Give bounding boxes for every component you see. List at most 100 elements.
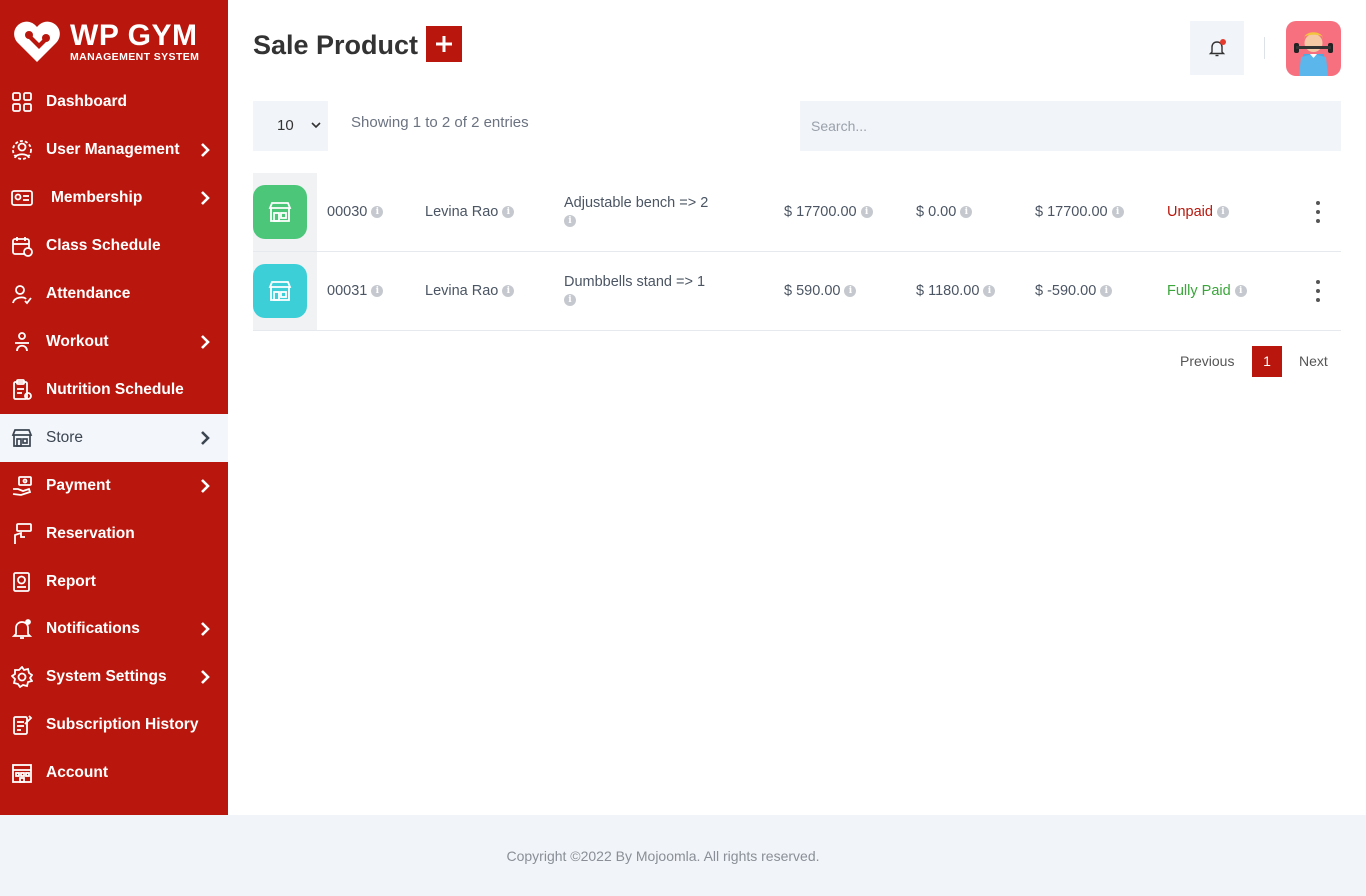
sidebar-item-dashboard[interactable]: Dashboard (0, 78, 228, 126)
info-icon[interactable]: i (1100, 285, 1113, 297)
sidebar-item-nutrition-schedule[interactable]: Nutrition Schedule (0, 366, 228, 414)
chevron-right-icon (201, 431, 210, 445)
sidebar-item-attendance[interactable]: Attendance (0, 270, 228, 318)
store-icon (11, 429, 33, 447)
info-icon[interactable]: i (1234, 285, 1247, 297)
footer: Copyright ©2022 By Mojoomla. All rights … (0, 815, 1366, 896)
info-icon[interactable]: i (860, 206, 873, 218)
membership-card-icon (11, 190, 33, 206)
chevron-right-icon (201, 479, 210, 493)
sidebar-item-membership[interactable]: Membership (0, 174, 228, 222)
info-icon[interactable]: i (564, 215, 576, 227)
workout-icon (15, 332, 29, 352)
entries-length-select[interactable]: 10 (253, 101, 328, 151)
info-icon[interactable]: i (983, 285, 996, 297)
plus-icon (436, 36, 452, 52)
sidebar-item-account[interactable]: Account (0, 749, 228, 797)
info-icon[interactable]: i (371, 206, 384, 218)
info-icon[interactable]: i (502, 285, 515, 297)
sidebar-item-label: Nutrition Schedule (46, 381, 184, 398)
sidebar-item-reservation[interactable]: Reservation (0, 510, 228, 558)
brand-title: WP GYM (70, 19, 198, 52)
clipboard-icon (13, 379, 32, 400)
thumb-cell (253, 173, 317, 251)
sidebar-item-user-management[interactable]: User Management (0, 126, 228, 174)
sidebar-item-label: Membership (51, 189, 143, 206)
notification-dot (1220, 39, 1226, 45)
member-cell: Levina Rao i (425, 283, 515, 299)
history-doc-icon (13, 715, 33, 735)
page-title: Sale Product (253, 30, 419, 60)
table-row[interactable]: 00030 i Levina Rao i Adjustable bench => 2… (253, 173, 1341, 252)
header-divider (1264, 37, 1265, 59)
sidebar: WP GYM MANAGEMENT SYSTEM Dashboard User … (0, 0, 228, 815)
sidebar-item-label: Store (46, 429, 84, 446)
sidebar-item-workout[interactable]: Workout (0, 318, 228, 366)
row-actions-menu-icon[interactable] (1316, 201, 1320, 223)
bell-icon (11, 619, 33, 639)
sidebar-item-subscription-history[interactable]: Subscription History (0, 701, 228, 749)
invoice-id-cell: 00031 i (327, 283, 384, 299)
user-check-icon (12, 285, 32, 305)
sidebar-item-label: User Management (46, 141, 180, 158)
sidebar-item-report[interactable]: Report (0, 558, 228, 606)
sidebar-item-label: Report (46, 573, 96, 590)
product-thumb (253, 185, 307, 239)
pagination-previous[interactable]: Previous (1180, 353, 1234, 369)
info-icon[interactable]: i (371, 285, 384, 297)
product-cell: Dumbbells stand => 1i (564, 274, 706, 306)
info-icon[interactable]: i (1111, 206, 1124, 218)
info-icon[interactable]: i (564, 294, 576, 306)
amount-cell: $ 590.00 i (784, 283, 857, 299)
chevron-right-icon (201, 335, 210, 349)
chevron-right-icon (201, 191, 210, 205)
report-icon (13, 572, 30, 592)
sidebar-item-label: Notifications (46, 620, 140, 637)
chevron-down-icon (311, 122, 321, 129)
gear-icon (11, 666, 33, 688)
entries-length-value: 10 (277, 117, 294, 134)
row-actions-menu-icon[interactable] (1316, 280, 1320, 302)
sidebar-item-system-settings[interactable]: System Settings (0, 653, 228, 701)
reservation-book-icon (14, 523, 32, 544)
sidebar-item-label: Workout (46, 333, 109, 350)
avatar-illustration-icon (1294, 32, 1333, 76)
heart-logo-icon (14, 21, 60, 62)
amount-cell: $ 17700.00 i (784, 204, 873, 220)
paid-amount-cell: $ 0.00 i (916, 204, 973, 220)
sidebar-item-label: Payment (46, 477, 111, 494)
dashboard-grid-icon (12, 92, 32, 112)
users-gear-icon (12, 140, 32, 160)
account-building-icon (12, 764, 32, 783)
due-amount-cell: $ 17700.00 i (1035, 204, 1124, 220)
brand-logo[interactable]: WP GYM MANAGEMENT SYSTEM (12, 18, 217, 68)
info-icon[interactable]: i (502, 206, 515, 218)
thumb-cell (253, 252, 317, 330)
member-cell: Levina Rao i (425, 204, 515, 220)
info-icon[interactable]: i (1216, 206, 1229, 218)
notification-button[interactable] (1190, 21, 1244, 75)
user-avatar[interactable] (1286, 21, 1341, 76)
pagination-page-1[interactable]: 1 (1252, 346, 1282, 377)
sidebar-item-label: System Settings (46, 668, 167, 685)
invoice-id-cell: 00030 i (327, 204, 384, 220)
add-sale-button[interactable] (426, 26, 462, 62)
sidebar-item-class-schedule[interactable]: Class Schedule (0, 222, 228, 270)
sidebar-item-notifications[interactable]: Notifications (0, 605, 228, 653)
sidebar-item-label: Subscription History (46, 716, 199, 733)
search-input[interactable] (800, 101, 1341, 151)
status-badge: Fully Paid i (1167, 283, 1247, 299)
info-icon[interactable]: i (960, 206, 973, 218)
store-icon (268, 281, 292, 301)
pagination-next[interactable]: Next (1299, 353, 1328, 369)
info-icon[interactable]: i (844, 285, 857, 297)
sidebar-item-payment[interactable]: Payment (0, 462, 228, 510)
product-thumb (253, 264, 307, 318)
sidebar-item-store[interactable]: Store (0, 414, 228, 462)
due-amount-cell: $ -590.00 i (1035, 283, 1113, 299)
sidebar-item-label: Reservation (46, 525, 135, 542)
table-row[interactable]: 00031 i Levina Rao i Dumbbells stand => 1i… (253, 252, 1341, 331)
chevron-right-icon (201, 670, 210, 684)
sidebar-item-label: Account (46, 764, 108, 781)
copyright-text: Copyright ©2022 By Mojoomla. All rights … (506, 848, 820, 864)
